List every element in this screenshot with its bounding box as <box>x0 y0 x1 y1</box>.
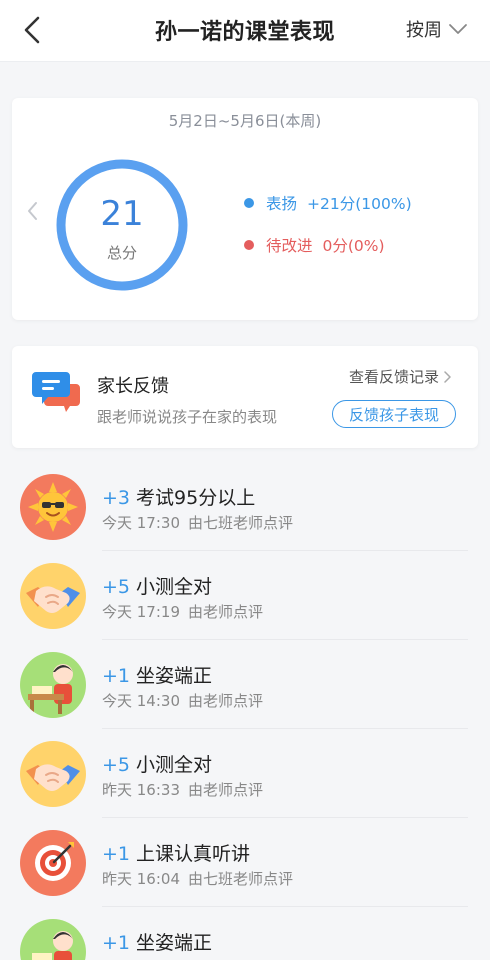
praise-label: 表扬 <box>266 195 298 213</box>
record-title-line: +5 小测全对 <box>102 572 212 599</box>
record-title: 考试95分以上 <box>136 487 256 509</box>
record-points: +1 <box>102 932 131 954</box>
legend-praise: 表扬 +21分(100%) <box>244 192 412 214</box>
date-range: 5月2日~5月6日(本周) <box>168 112 322 130</box>
record-title: 坐姿端正 <box>136 665 213 687</box>
top-bar: 孙一诺的课堂表现 按周 <box>0 0 490 62</box>
list-item[interactable]: +1 坐姿端正 今天 14:30 由老师点评 <box>0 640 490 729</box>
record-title-line: +5 小测全对 <box>102 750 212 777</box>
improve-value: 0分(0%) <box>322 237 385 255</box>
previous-week-button[interactable] <box>26 200 40 226</box>
record-points: +5 <box>102 754 131 776</box>
record-list: +3 考试95分以上 今天 17:30 由七班老师点评 +5 小测全对 今天 1… <box>0 462 490 960</box>
record-title: 坐姿端正 <box>136 932 213 954</box>
period-label: 按周 <box>406 20 442 41</box>
app-screen: 孙一诺的课堂表现 按周 5月2日~5月6日(本周) 21 总分 表扬 +21分(… <box>0 0 490 960</box>
feedback-title: 家长反馈 <box>97 376 169 397</box>
record-title: 小测全对 <box>136 754 213 776</box>
record-reviewer: 由七班老师点评 <box>188 514 294 532</box>
record-reviewer: 由老师点评 <box>188 781 264 799</box>
target-dart-icon <box>20 830 86 896</box>
record-meta: 今天 14:30 由老师点评 <box>102 690 263 711</box>
feedback-history-link[interactable]: 查看反馈记录 <box>349 366 452 387</box>
weekly-summary-card: 5月2日~5月6日(本周) 21 总分 表扬 +21分(100%) 待改进 0分… <box>12 98 478 320</box>
record-meta: 今天 17:19 由老师点评 <box>102 601 263 622</box>
record-title-line: +1 坐姿端正 <box>102 661 212 688</box>
list-item[interactable]: +5 小测全对 今天 17:19 由老师点评 <box>0 551 490 640</box>
improve-label: 待改进 <box>266 237 313 255</box>
total-score-label: 总分 <box>106 244 137 262</box>
chevron-down-icon <box>449 24 467 34</box>
feedback-history-label: 查看反馈记录 <box>348 368 439 386</box>
list-item[interactable]: +1 坐姿端正 <box>0 907 490 960</box>
record-meta: 昨天 16:04 由七班老师点评 <box>102 868 293 889</box>
record-title: 小测全对 <box>136 576 213 598</box>
sun-sunglasses-icon <box>20 474 86 540</box>
handshake-icon <box>20 563 86 629</box>
parent-feedback-card: 家长反馈 跟老师说说孩子在家的表现 查看反馈记录 反馈孩子表现 <box>12 346 478 448</box>
record-points: +1 <box>102 665 131 687</box>
record-title-line: +1 上课认真听讲 <box>102 839 250 866</box>
record-time: 今天 14:30 <box>102 692 180 710</box>
handshake-icon <box>20 741 86 807</box>
record-reviewer: 由老师点评 <box>188 692 264 710</box>
chevron-left-icon <box>28 202 37 220</box>
record-time: 昨天 16:04 <box>102 870 180 888</box>
praise-value: +21分(100%) <box>307 195 412 213</box>
record-title: 上课认真听讲 <box>136 843 251 865</box>
total-score: 21 <box>100 194 144 234</box>
record-points: +3 <box>102 487 131 509</box>
list-item[interactable]: +1 上课认真听讲 昨天 16:04 由七班老师点评 <box>0 818 490 907</box>
chevron-right-icon <box>444 370 451 383</box>
record-points: +1 <box>102 843 131 865</box>
list-item[interactable]: +5 小测全对 昨天 16:33 由老师点评 <box>0 729 490 818</box>
sitting-student-icon <box>20 652 86 718</box>
record-time: 今天 17:19 <box>102 603 180 621</box>
give-feedback-button[interactable]: 反馈孩子表现 <box>332 400 456 428</box>
record-reviewer: 由七班老师点评 <box>188 870 294 888</box>
legend-improve: 待改进 0分(0%) <box>244 234 385 256</box>
record-points: +5 <box>102 576 131 598</box>
record-time: 今天 17:30 <box>102 514 180 532</box>
chat-bubbles-icon <box>32 370 82 418</box>
score-ring: 21 总分 <box>55 158 189 292</box>
record-meta: 今天 17:30 由七班老师点评 <box>102 512 293 533</box>
period-dropdown[interactable]: 按周 <box>406 16 468 42</box>
record-title-line: +1 坐姿端正 <box>102 928 212 955</box>
sitting-student-icon <box>20 919 86 960</box>
record-reviewer: 由老师点评 <box>188 603 264 621</box>
record-meta: 昨天 16:33 由老师点评 <box>102 779 263 800</box>
improve-dot <box>244 240 254 250</box>
list-item[interactable]: +3 考试95分以上 今天 17:30 由七班老师点评 <box>0 462 490 551</box>
record-title-line: +3 考试95分以上 <box>102 483 255 510</box>
praise-dot <box>244 198 254 208</box>
feedback-subtitle: 跟老师说说孩子在家的表现 <box>97 408 278 426</box>
record-time: 昨天 16:33 <box>102 781 180 799</box>
